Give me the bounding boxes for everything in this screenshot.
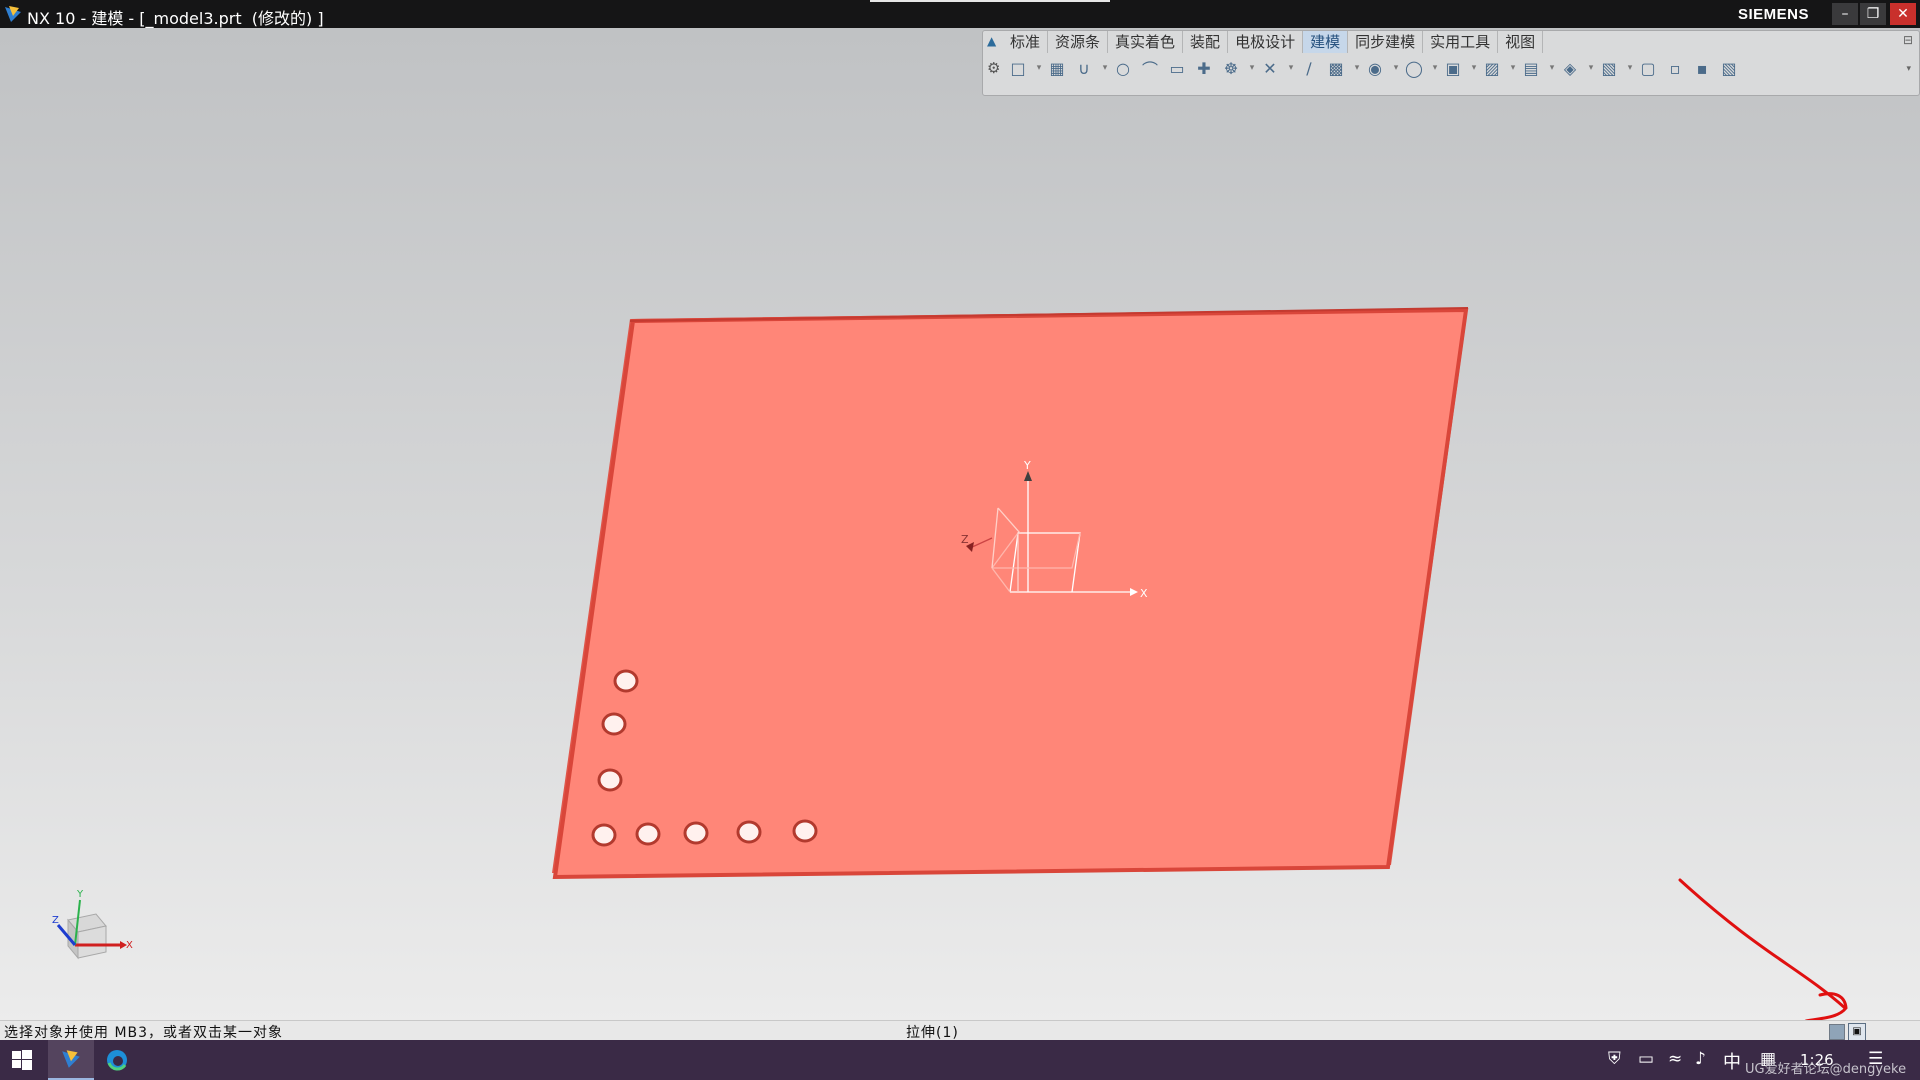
settings-gear-icon[interactable]: ⚙ bbox=[987, 59, 1000, 77]
point-icon[interactable]: ✚ bbox=[1193, 57, 1215, 79]
nx-app-icon bbox=[62, 1050, 80, 1068]
hole[interactable] bbox=[635, 822, 661, 846]
model-canvas[interactable]: X Y Z X Y Z bbox=[0, 28, 1920, 1028]
fillet-curve-icon[interactable]: ⌒ bbox=[1139, 57, 1161, 79]
block-icon[interactable]: ▨ bbox=[1481, 57, 1503, 79]
chevron-down-icon[interactable]: ▾ bbox=[1547, 57, 1557, 79]
arc-icon[interactable]: ∪ bbox=[1073, 57, 1095, 79]
ime-indicator[interactable]: 中 bbox=[1723, 1048, 1741, 1074]
rectangle-icon[interactable]: ▭ bbox=[1166, 57, 1188, 79]
tab-view[interactable]: 视图 bbox=[1498, 31, 1544, 53]
plate-top-face[interactable] bbox=[552, 307, 1469, 880]
status-bar: 选择对象并使用 MB3，或者双击某一对象 拉伸(1) ▣ bbox=[0, 1020, 1920, 1041]
ribbon-logo-icon: ▲ bbox=[987, 34, 997, 48]
chevron-down-icon[interactable]: ▾ bbox=[1391, 57, 1401, 79]
ribbon-overflow-chevron-icon[interactable]: ▾ bbox=[1906, 64, 1911, 74]
chevron-down-icon[interactable]: ▾ bbox=[1625, 57, 1635, 79]
graphics-viewport[interactable]: X Y Z X Y Z bbox=[0, 28, 1920, 1028]
hole[interactable] bbox=[736, 820, 762, 844]
nx-logo-icon bbox=[5, 6, 21, 22]
circle-icon[interactable]: ○ bbox=[1112, 57, 1134, 79]
start-button[interactable] bbox=[0, 1040, 44, 1080]
chevron-down-icon[interactable]: ▾ bbox=[1247, 57, 1257, 79]
siemens-brand: SIEMENS bbox=[1738, 6, 1810, 23]
chevron-down-icon[interactable]: ▾ bbox=[1508, 57, 1518, 79]
hole[interactable] bbox=[591, 823, 617, 847]
cylinder-icon[interactable]: ▤ bbox=[1520, 57, 1542, 79]
title-bar: NX 10 - 建模 - [_model3.prt (修改的) ] SIEMEN… bbox=[0, 0, 1920, 28]
chevron-down-icon[interactable]: ▾ bbox=[1286, 57, 1296, 79]
hole-icon[interactable]: ◯ bbox=[1403, 57, 1425, 79]
triad-z-label: Z bbox=[52, 915, 59, 926]
shell-icon[interactable]: ▧ bbox=[1598, 57, 1620, 79]
ribbon-pin-icon[interactable]: ⊟ bbox=[1903, 33, 1913, 47]
window-title: NX 10 - 建模 - [_model3.prt (修改的) ] bbox=[27, 9, 324, 28]
wcs-z-label: Z bbox=[961, 533, 969, 546]
extrude-icon[interactable]: ▩ bbox=[1325, 57, 1347, 79]
chevron-down-icon[interactable]: ▾ bbox=[1586, 57, 1596, 79]
chevron-down-icon[interactable]: ▾ bbox=[1034, 57, 1044, 79]
status-message: 拉伸(1) bbox=[906, 1025, 959, 1041]
chevron-down-icon[interactable]: ▾ bbox=[1430, 57, 1440, 79]
tab-standard[interactable]: 标准 bbox=[1003, 31, 1049, 53]
sketch-icon[interactable]: □ bbox=[1007, 57, 1029, 79]
view-toggle-button[interactable] bbox=[1829, 1024, 1845, 1040]
tab-electrode-design[interactable]: 电极设计 bbox=[1228, 31, 1304, 53]
status-prompt: 选择对象并使用 MB3，或者双击某一对象 bbox=[4, 1025, 284, 1041]
hole[interactable] bbox=[601, 712, 627, 736]
tool-row: □ ▾ ▦ ∪ ▾ ○ ⌒ ▭ ✚ ☸ ▾ ✕ ▾ ∕ ▩ ▾ ◉ ▾ ◯ ▾ … bbox=[1007, 56, 1745, 80]
fullscreen-toggle-button[interactable]: ▣ bbox=[1848, 1023, 1866, 1041]
hole[interactable] bbox=[597, 768, 623, 792]
taskbar-edge-app[interactable] bbox=[94, 1040, 140, 1080]
hole[interactable] bbox=[792, 819, 818, 843]
triad-y-label: Y bbox=[76, 889, 84, 900]
minimize-icon: – bbox=[1841, 6, 1849, 22]
chamfer-icon[interactable]: ◈ bbox=[1559, 57, 1581, 79]
annotation-arrow bbox=[1678, 878, 1848, 1023]
taskbar-nx-app[interactable] bbox=[48, 1040, 94, 1080]
pattern-icon[interactable]: ☸ bbox=[1220, 57, 1242, 79]
wcs-x-label: X bbox=[1140, 587, 1148, 600]
chevron-down-icon[interactable]: ▾ bbox=[1469, 57, 1479, 79]
edge-browser-icon bbox=[107, 1050, 127, 1071]
minimize-button[interactable]: – bbox=[1832, 3, 1858, 25]
watermark-text: UG爱好者论坛@dengyeke bbox=[1745, 1062, 1907, 1077]
trim-icon[interactable]: ✕ bbox=[1259, 57, 1281, 79]
sweep-icon[interactable]: ∕ bbox=[1298, 57, 1320, 79]
wifi-icon[interactable]: ≈ bbox=[1668, 1049, 1682, 1069]
hole[interactable] bbox=[613, 669, 639, 693]
offset-face-icon[interactable]: ▪ bbox=[1691, 57, 1713, 79]
close-icon: ✕ bbox=[1897, 6, 1909, 22]
tab-assembly[interactable]: 装配 bbox=[1183, 31, 1229, 53]
subtract-icon[interactable]: ▫ bbox=[1664, 57, 1686, 79]
revolve-icon[interactable]: ◉ bbox=[1364, 57, 1386, 79]
wcs-y-label: Y bbox=[1023, 459, 1031, 472]
datum-icon[interactable]: ▦ bbox=[1046, 57, 1068, 79]
title-progress-line bbox=[870, 0, 1110, 2]
tab-synchronous-modeling[interactable]: 同步建模 bbox=[1348, 31, 1424, 53]
chevron-down-icon[interactable]: ▾ bbox=[1352, 57, 1362, 79]
hole[interactable] bbox=[683, 821, 709, 845]
tab-resource-bar[interactable]: 资源条 bbox=[1048, 31, 1109, 53]
draft-icon[interactable]: ▧ bbox=[1718, 57, 1740, 79]
taskbar: ⛨ ▭ ≈ ♪ 中 ▦ 1:26 ☰ bbox=[0, 1040, 1920, 1080]
view-triad[interactable] bbox=[56, 899, 127, 960]
fullscreen-icon: ▣ bbox=[1852, 1026, 1862, 1037]
boss-icon[interactable]: ▣ bbox=[1442, 57, 1464, 79]
chevron-down-icon[interactable]: ▾ bbox=[1100, 57, 1110, 79]
windows-logo-icon bbox=[12, 1050, 32, 1070]
ribbon-tabs: 标准 资源条 真实着色 装配 电极设计 建模 同步建模 实用工具 视图 bbox=[1003, 31, 1544, 53]
restore-button[interactable]: ❐ bbox=[1860, 3, 1886, 25]
tab-true-shading[interactable]: 真实着色 bbox=[1108, 31, 1184, 53]
restore-icon: ❐ bbox=[1866, 6, 1880, 22]
unite-icon[interactable]: ▢ bbox=[1637, 57, 1659, 79]
tab-modeling[interactable]: 建模 bbox=[1303, 31, 1349, 53]
ribbon-toolbar: ▲ 标准 资源条 真实着色 装配 电极设计 建模 同步建模 实用工具 视图 ⊟ … bbox=[982, 30, 1920, 96]
triad-x-label: X bbox=[126, 940, 133, 951]
volume-icon[interactable]: ♪ bbox=[1695, 1049, 1706, 1069]
close-button[interactable]: ✕ bbox=[1890, 3, 1916, 25]
battery-icon[interactable]: ▭ bbox=[1638, 1049, 1654, 1069]
security-shield-icon[interactable]: ⛨ bbox=[1608, 1049, 1621, 1069]
tab-utility-tools[interactable]: 实用工具 bbox=[1423, 31, 1499, 53]
